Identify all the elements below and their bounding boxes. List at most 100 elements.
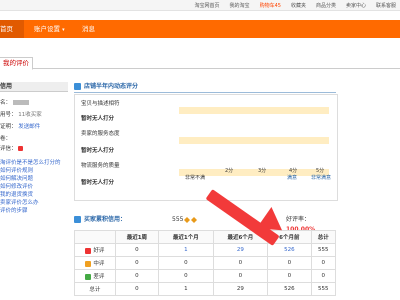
help-link-5[interactable]: 我的退货换货 xyxy=(0,190,33,198)
table-cell[interactable]: 29 xyxy=(212,243,269,257)
sub-tabs: 我的评价 xyxy=(0,57,400,70)
chevron-down-icon: ▾ xyxy=(62,27,65,33)
shop-rating-title: 店铺半年内动态评分 xyxy=(84,83,139,90)
table-cell: 29 xyxy=(212,282,269,296)
table-cell[interactable]: 526 xyxy=(267,243,312,257)
row-label-cell: 中评 xyxy=(74,256,116,270)
table-cell: 0 xyxy=(158,256,214,270)
table-header: 最近1个月 xyxy=(158,230,214,244)
top-link-categories[interactable]: 商品分类 xyxy=(316,2,336,9)
top-links: 淘宝网首页 我的淘宝 购物车45 收藏夹 商品分类 卖家中心 联系客服 xyxy=(195,0,396,10)
rating-value-logistics: 暂时无人打分 xyxy=(81,180,115,186)
credit-row: 评信： xyxy=(0,144,24,152)
diamond-icon xyxy=(184,217,197,223)
good-rate-label: 好评率： xyxy=(286,216,311,223)
table-header: 最近1周 xyxy=(114,230,160,244)
send-email-link[interactable]: 发送邮件 xyxy=(18,124,40,130)
rating-question-service: 卖家的服务态度 xyxy=(81,131,120,137)
top-link-seller-center[interactable]: 卖家中心 xyxy=(346,2,366,9)
table-cell: 0 xyxy=(212,269,269,283)
table-cell: 555 xyxy=(310,243,337,257)
table-cell: 1 xyxy=(158,282,214,296)
table-cell: 0 xyxy=(158,269,214,283)
table-cell: 0 xyxy=(114,256,160,270)
table-cell: 555 xyxy=(310,282,337,296)
nav-messages[interactable]: 消息 xyxy=(82,20,95,38)
rating-bar-description xyxy=(179,107,329,114)
auth-label: 证明： xyxy=(0,124,17,130)
scale-2: 2分 xyxy=(225,168,234,174)
table-row: 差评 0 0 0 0 0 xyxy=(74,269,337,283)
row-label: 差评 xyxy=(93,274,105,280)
table-header: 总计 xyxy=(310,230,337,244)
scale-4: 4分 xyxy=(289,168,298,174)
rating-question-description: 宝贝与描述相符 xyxy=(81,101,120,107)
top-link-support[interactable]: 联系客服 xyxy=(376,2,396,9)
scale-label-unsatisfied: 非常不满 xyxy=(185,175,206,181)
table-header-row: 最近1周 最近1个月 最近6个月 6个月前 总计 xyxy=(74,230,337,244)
checkout-label: 卷： xyxy=(0,136,12,142)
credit-badge-icon xyxy=(18,146,24,151)
bad-review-icon xyxy=(85,273,92,280)
row-label-cell: 好评 xyxy=(74,243,116,257)
help-link-1[interactable]: 淘评价是不是怎么打分的 xyxy=(0,158,61,166)
top-bar: 淘宝网首页 我的淘宝 购物车45 收藏夹 商品分类 卖家中心 联系客服 xyxy=(0,0,400,11)
table-row: 好评 0 1 29 526 555 xyxy=(74,243,337,257)
rating-value-service: 暂时无人打分 xyxy=(81,148,115,154)
table-cell: 0 xyxy=(310,256,337,270)
table-cell: 0 xyxy=(114,243,160,257)
rating-bar-service xyxy=(179,137,329,144)
top-link-favorites[interactable]: 收藏夹 xyxy=(291,2,306,9)
shop-rating-panel: 宝贝与描述相符 暂时无人打分 卖家的服务态度 暂时无人打分 物流服务的质量 暂时… xyxy=(74,94,338,201)
name-label: 名： xyxy=(0,100,12,106)
buyer-credit-icon xyxy=(74,216,81,223)
buyer-credit-label: 买家累积信用： xyxy=(84,216,127,223)
level-label: 用号： xyxy=(0,112,17,118)
help-link-2[interactable]: 如何评价规则 xyxy=(0,166,33,174)
buyer-credit-row: 买家累积信用： 555 好评率：100.00% xyxy=(74,215,336,233)
scale-label-satisfied: 满意 xyxy=(287,175,298,181)
main-nav: 首页 账户设置 ▾ 消息 xyxy=(0,20,400,38)
shop-rating-header: 店铺半年内动态评分 xyxy=(74,82,336,93)
table-cell: 0 xyxy=(267,269,312,283)
table-cell: 0 xyxy=(114,282,160,296)
name-redacted xyxy=(12,100,29,105)
help-link-7[interactable]: 评价的步骤 xyxy=(0,206,28,214)
credit-label: 评信： xyxy=(0,146,17,152)
neutral-review-icon xyxy=(85,260,92,267)
credit-info-heading: 信用 xyxy=(0,82,68,92)
help-link-3[interactable]: 如何解决问题 xyxy=(0,174,33,182)
level-row: 用号： 11收买家 xyxy=(0,110,42,118)
scale-3: 3分 xyxy=(258,168,267,174)
tab-my-reviews[interactable]: 我的评价 xyxy=(0,57,33,70)
auth-row: 证明： 发送邮件 xyxy=(0,122,40,130)
level-value: 11收买家 xyxy=(18,112,42,118)
checkout-row: 卷： xyxy=(0,134,11,142)
row-label: 好评 xyxy=(93,248,105,254)
nav-home[interactable]: 首页 xyxy=(0,20,24,38)
table-cell: 526 xyxy=(267,282,312,296)
rating-value-description: 暂时无人打分 xyxy=(81,116,115,122)
table-row: 总计 0 1 29 526 555 xyxy=(74,282,337,296)
buyer-credit-score: 555 xyxy=(172,216,184,223)
table-cell: 0 xyxy=(114,269,160,283)
top-link-cart[interactable]: 购物车45 xyxy=(260,2,281,9)
table-cell: 0 xyxy=(310,269,337,283)
name-row: 名： xyxy=(0,98,29,106)
row-label-cell: 总计 xyxy=(74,282,116,296)
row-label: 中评 xyxy=(93,261,105,267)
nav-account-label: 账户设置 xyxy=(34,25,60,33)
top-link-home[interactable]: 淘宝网首页 xyxy=(195,2,220,9)
shop-rating-icon xyxy=(74,83,81,90)
help-link-6[interactable]: 卖家评价怎么办 xyxy=(0,198,39,206)
review-stats-table: 最近1周 最近1个月 最近6个月 6个月前 总计 好评 0 1 29 526 5… xyxy=(74,230,337,296)
help-link-4[interactable]: 如何修改评价 xyxy=(0,182,33,190)
table-cell: 0 xyxy=(267,256,312,270)
nav-account-settings[interactable]: 账户设置 ▾ xyxy=(34,20,65,38)
scale-5: 5分 xyxy=(316,168,325,174)
rating-question-logistics: 物流服务的质量 xyxy=(81,163,120,169)
top-link-my-taobao[interactable]: 我的淘宝 xyxy=(230,2,250,9)
table-cell[interactable]: 1 xyxy=(158,243,214,257)
row-label-cell: 差评 xyxy=(74,269,116,283)
good-review-icon xyxy=(85,247,92,254)
